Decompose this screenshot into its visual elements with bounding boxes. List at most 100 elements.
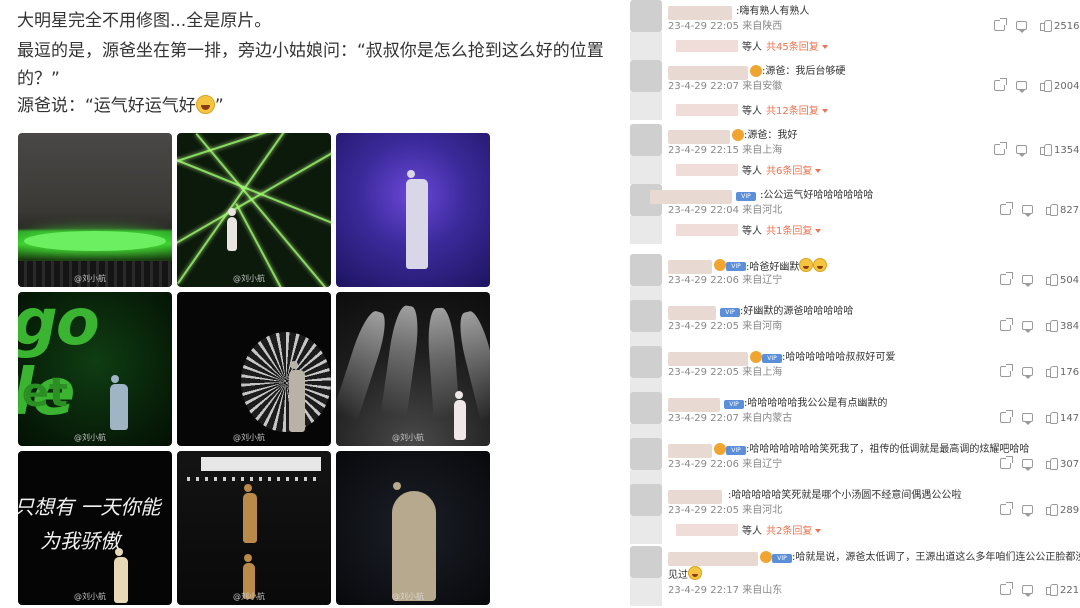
replier-suffix: 等人 (742, 42, 762, 53)
like-icon[interactable] (1040, 144, 1052, 156)
comment-item: :源爸：我好 23-4-29 22:15 来自上海 1354 等人 共6条回复 (628, 124, 1080, 184)
reply-icon[interactable] (1016, 81, 1027, 93)
photo-watermark: @刘小航 (74, 433, 106, 442)
share-icon[interactable] (1000, 202, 1013, 215)
laugh-emoji-icon (799, 258, 814, 272)
avatar[interactable] (630, 346, 662, 378)
username-blurred[interactable] (668, 306, 716, 320)
like-icon[interactable] (1046, 204, 1058, 216)
photo-9[interactable]: @刘小航 (336, 451, 490, 605)
photo-watermark: @刘小航 (233, 274, 265, 283)
comment-text: :哈就是说，源爸太低调了，王源出道这么多年咱们连公公正脸都没 (792, 552, 1080, 563)
reply-icon[interactable] (1022, 275, 1033, 287)
crown-badge-icon (732, 129, 744, 141)
like-icon[interactable] (1046, 274, 1058, 286)
share-icon[interactable] (1000, 318, 1013, 331)
photo-watermark: @刘小航 (233, 433, 265, 442)
vip-badge-icon: VIP (720, 308, 740, 317)
like-icon[interactable] (1046, 584, 1058, 596)
photo-2[interactable]: @刘小航 (177, 133, 331, 287)
avatar-blur (630, 156, 662, 184)
avatar[interactable] (630, 300, 662, 332)
like-icon[interactable] (1046, 412, 1058, 424)
avatar[interactable] (630, 546, 662, 578)
like-icon[interactable] (1040, 20, 1052, 32)
reply-icon[interactable] (1016, 21, 1027, 33)
comment-meta: 23-4-29 22:05 来自陕西 (668, 21, 783, 32)
avatar[interactable] (630, 0, 662, 32)
username-blurred[interactable] (668, 444, 712, 458)
share-icon[interactable] (1000, 364, 1013, 377)
like-icon[interactable] (1046, 320, 1058, 332)
username-blurred[interactable] (668, 6, 732, 20)
reply-icon[interactable] (1022, 413, 1033, 425)
share-icon[interactable] (1000, 410, 1013, 423)
performer-figure (114, 548, 128, 603)
photo-6[interactable]: @刘小航 (336, 292, 490, 446)
reply-icon[interactable] (1022, 459, 1033, 471)
reply-icon[interactable] (1022, 505, 1033, 517)
share-icon[interactable] (1000, 272, 1013, 285)
post-text-line-2: 最逗的是，源爸坐在第一排，旁边小姑娘问：“叔叔你是怎么抢到这么好的位置 (17, 41, 604, 61)
like-icon[interactable] (1046, 366, 1058, 378)
reply-icon[interactable] (1022, 205, 1033, 217)
username-blurred[interactable] (668, 398, 720, 412)
reply-count: 共45条回复 (766, 42, 819, 53)
costume-burst-decoration (241, 332, 331, 432)
stage-lamps-decoration (187, 477, 321, 481)
photo-8[interactable]: @刘小航 (177, 451, 331, 605)
sub-replies[interactable]: 等人 共6条回复 (676, 164, 822, 178)
reply-icon[interactable] (1022, 585, 1033, 597)
share-icon[interactable] (994, 78, 1007, 91)
username-blurred[interactable] (668, 66, 748, 80)
post-text-line-4-end: ” (214, 96, 224, 116)
reply-icon[interactable] (1016, 145, 1027, 157)
avatar[interactable] (630, 392, 662, 424)
photo-1[interactable]: @刘小航 (18, 133, 172, 287)
photo-5[interactable]: @刘小航 (177, 292, 331, 446)
username-blurred[interactable] (668, 490, 722, 504)
photo-watermark: @刘小航 (392, 592, 424, 601)
share-icon[interactable] (994, 142, 1007, 155)
performer-figure (243, 484, 257, 543)
crown-badge-icon (750, 65, 762, 77)
avatar[interactable] (630, 60, 662, 92)
reply-icon[interactable] (1022, 321, 1033, 333)
avatar[interactable] (630, 124, 662, 156)
share-icon[interactable] (1000, 502, 1013, 515)
photo-4[interactable]: go le let @刘小航 (18, 292, 172, 446)
username-blurred[interactable] (668, 130, 730, 144)
comment-item: :哈哈哈哈哈笑死就是哪个小汤圆不经意间偶遇公公啦 23-4-29 22:05 来… (628, 484, 1080, 544)
sub-replies[interactable]: 等人 共1条回复 (676, 224, 822, 238)
laser-decoration (195, 133, 331, 287)
chevron-down-icon (815, 529, 822, 533)
sub-replies[interactable]: 等人 共2条回复 (676, 524, 822, 538)
like-count: 2004 (1054, 81, 1080, 92)
laugh-emoji-icon (813, 258, 828, 272)
share-icon[interactable] (1000, 582, 1013, 595)
reply-count: 共2条回复 (766, 526, 813, 537)
chevron-down-icon (821, 109, 828, 113)
share-icon[interactable] (1000, 456, 1013, 469)
username-blurred[interactable] (668, 260, 712, 274)
comment-meta: 23-4-29 22:15 来自上海 (668, 145, 783, 156)
username-blurred[interactable] (650, 190, 732, 204)
replier-suffix: 等人 (742, 106, 762, 117)
vip-badge-icon: VIP (762, 354, 782, 363)
reply-icon[interactable] (1022, 367, 1033, 379)
photo-3[interactable] (336, 133, 490, 287)
avatar[interactable] (630, 484, 662, 516)
comment-meta: 23-4-29 22:05 来自河南 (668, 321, 783, 332)
avatar[interactable] (630, 438, 662, 470)
photo-7[interactable]: 只想有 一天你能 为我骄傲 @刘小航 (18, 451, 172, 605)
username-blurred[interactable] (668, 552, 758, 566)
crown-badge-icon (760, 551, 772, 563)
sub-replies[interactable]: 等人 共12条回复 (676, 104, 828, 118)
like-icon[interactable] (1046, 504, 1058, 516)
like-icon[interactable] (1046, 458, 1058, 470)
username-blurred[interactable] (668, 352, 748, 366)
like-icon[interactable] (1040, 80, 1052, 92)
avatar[interactable] (630, 254, 662, 286)
share-icon[interactable] (994, 18, 1007, 31)
sub-replies[interactable]: 等人 共45条回复 (676, 40, 828, 54)
